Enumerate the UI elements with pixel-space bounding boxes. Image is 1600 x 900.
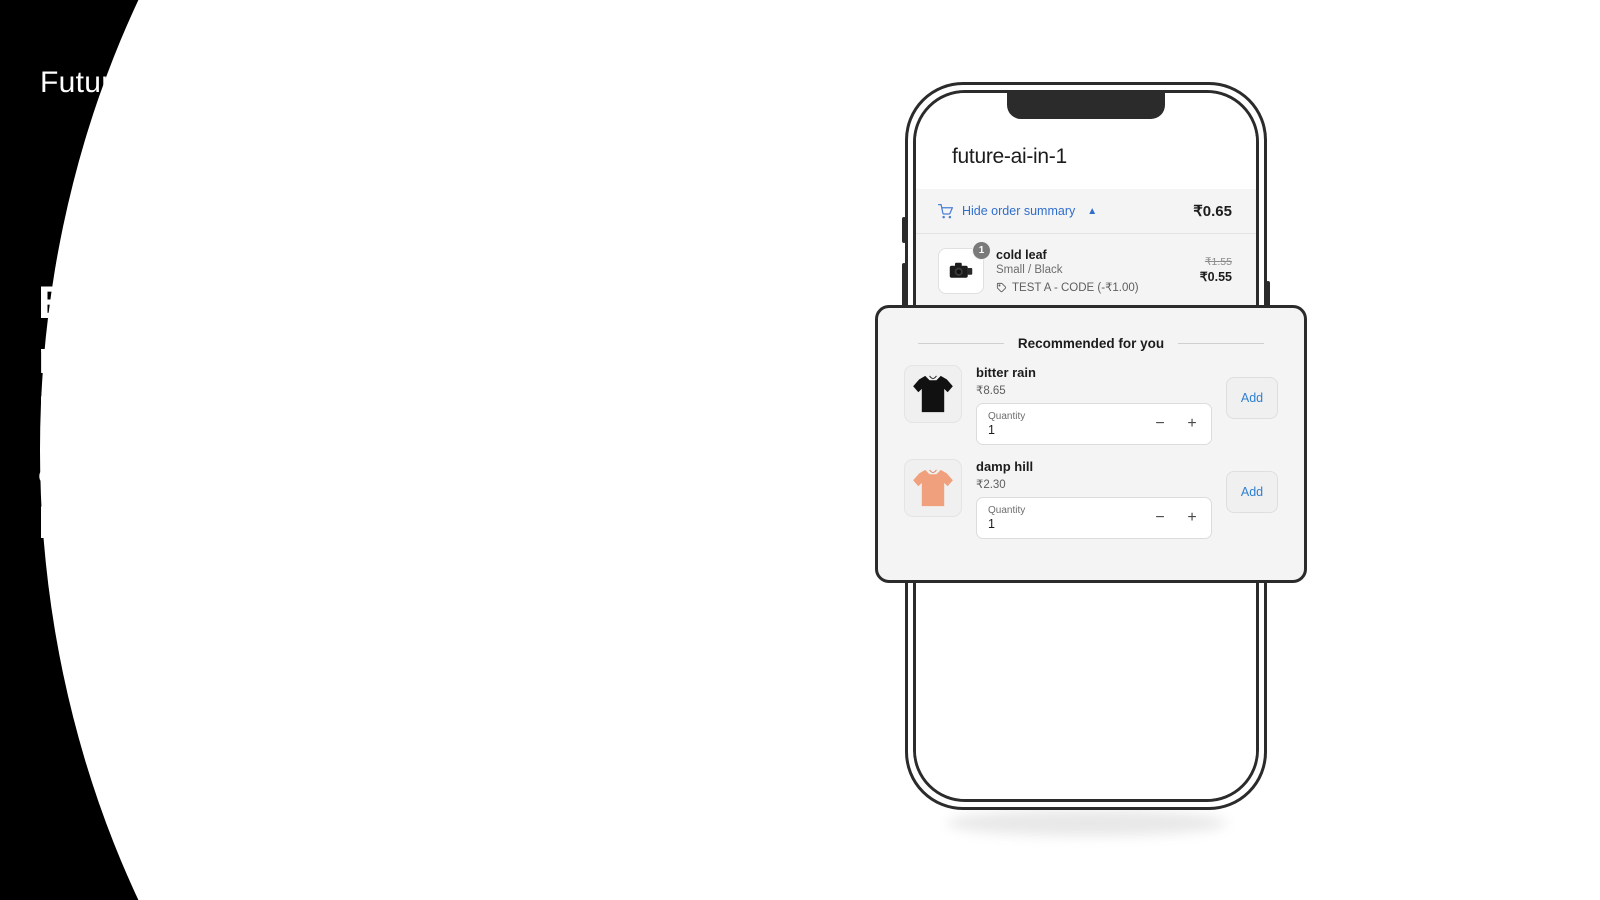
quantity-label: Quantity [988,410,1026,422]
order-summary-toggle[interactable]: Hide order summary ▲ [938,203,1098,219]
line-item-details: cold leaf Small / Black TEST A - CODE (-… [996,248,1188,294]
brand-logo: Future AI [40,66,165,99]
recommendation-item-details: bitter rain ₹8.65 Quantity 1 − + [976,365,1212,445]
tshirt-icon [913,375,953,413]
line-item-name: cold leaf [996,248,1047,262]
peach-tshirt-image [904,459,962,517]
add-button[interactable]: Add [1226,471,1278,513]
phone-notch [1007,93,1165,119]
order-summary-header[interactable]: Hide order summary ▲ ₹0.65 [916,189,1256,234]
slide-canvas: Future AI Erhöhen Sie den AoV mit KI-Pro… [0,0,1600,900]
quantity-field[interactable]: Quantity 1 [988,411,1025,438]
line-item-variant: Small / Black [996,264,1063,276]
tshirt-icon [913,469,953,507]
line-item-original-price: ₹1.55 [1204,256,1232,268]
phone-shadow [947,810,1227,836]
recommendation-item: bitter rain ₹8.65 Quantity 1 − + Add [904,365,1278,445]
recommendation-item-name: damp hill [976,459,1034,474]
line-item-discount-label: TEST A - CODE (-₹1.00) [1012,282,1139,294]
quantity-stepper[interactable]: Quantity 1 − + [976,497,1212,539]
recommendation-item-details: damp hill ₹2.30 Quantity 1 − + [976,459,1212,539]
recommendation-item: damp hill ₹2.30 Quantity 1 − + Add [904,459,1278,539]
quantity-value: 1 [988,422,995,437]
hide-order-summary-label: Hide order summary [962,204,1076,218]
line-item-thumb-wrap: 1 [938,241,991,294]
divider-right [1178,343,1264,344]
page-title: Erhöhen Sie den AoV mit KI-Produktempfeh… [38,277,505,548]
quantity-controls: − + [1153,416,1199,432]
line-item-quantity-badge: 1 [972,241,991,260]
shop-title: future-ai-in-1 [952,145,1067,168]
camera-icon [949,262,973,278]
quantity-label: Quantity [988,504,1026,516]
chevron-up-icon: ▲ [1087,205,1098,217]
recommendation-item-price: ₹8.65 [976,385,1006,397]
recommendation-title-row: Recommended for you [904,336,1278,351]
line-item-pricing: ₹1.55 ₹0.55 [1200,248,1232,284]
tag-icon [996,282,1007,293]
phone-mute-switch [902,217,906,243]
quantity-value: 1 [988,516,995,531]
divider-left [918,343,1004,344]
decrement-icon[interactable]: − [1153,510,1167,526]
add-button[interactable]: Add [1226,377,1278,419]
black-tshirt-image [904,365,962,423]
recommendation-item-price: ₹2.30 [976,479,1006,491]
order-summary-total: ₹0.65 [1193,203,1232,220]
increment-icon[interactable]: + [1185,510,1199,526]
phone-volume-up-button [902,263,906,309]
quantity-stepper[interactable]: Quantity 1 − + [976,403,1212,445]
recommendation-card: Recommended for you bitter rain ₹8.65 Qu… [875,305,1307,583]
line-item-current-price: ₹0.55 [1199,270,1232,284]
increment-icon[interactable]: + [1185,416,1199,432]
quantity-controls: − + [1153,510,1199,526]
shopping-cart-icon [938,203,953,219]
recommendation-item-name: bitter rain [976,365,1036,380]
decrement-icon[interactable]: − [1153,416,1167,432]
line-item: 1 cold leaf Small / Black TEST A - CODE … [916,234,1256,306]
line-item-discount: TEST A - CODE (-₹1.00) [996,280,1188,294]
quantity-field[interactable]: Quantity 1 [988,505,1025,532]
recommendation-title: Recommended for you [1017,336,1165,351]
